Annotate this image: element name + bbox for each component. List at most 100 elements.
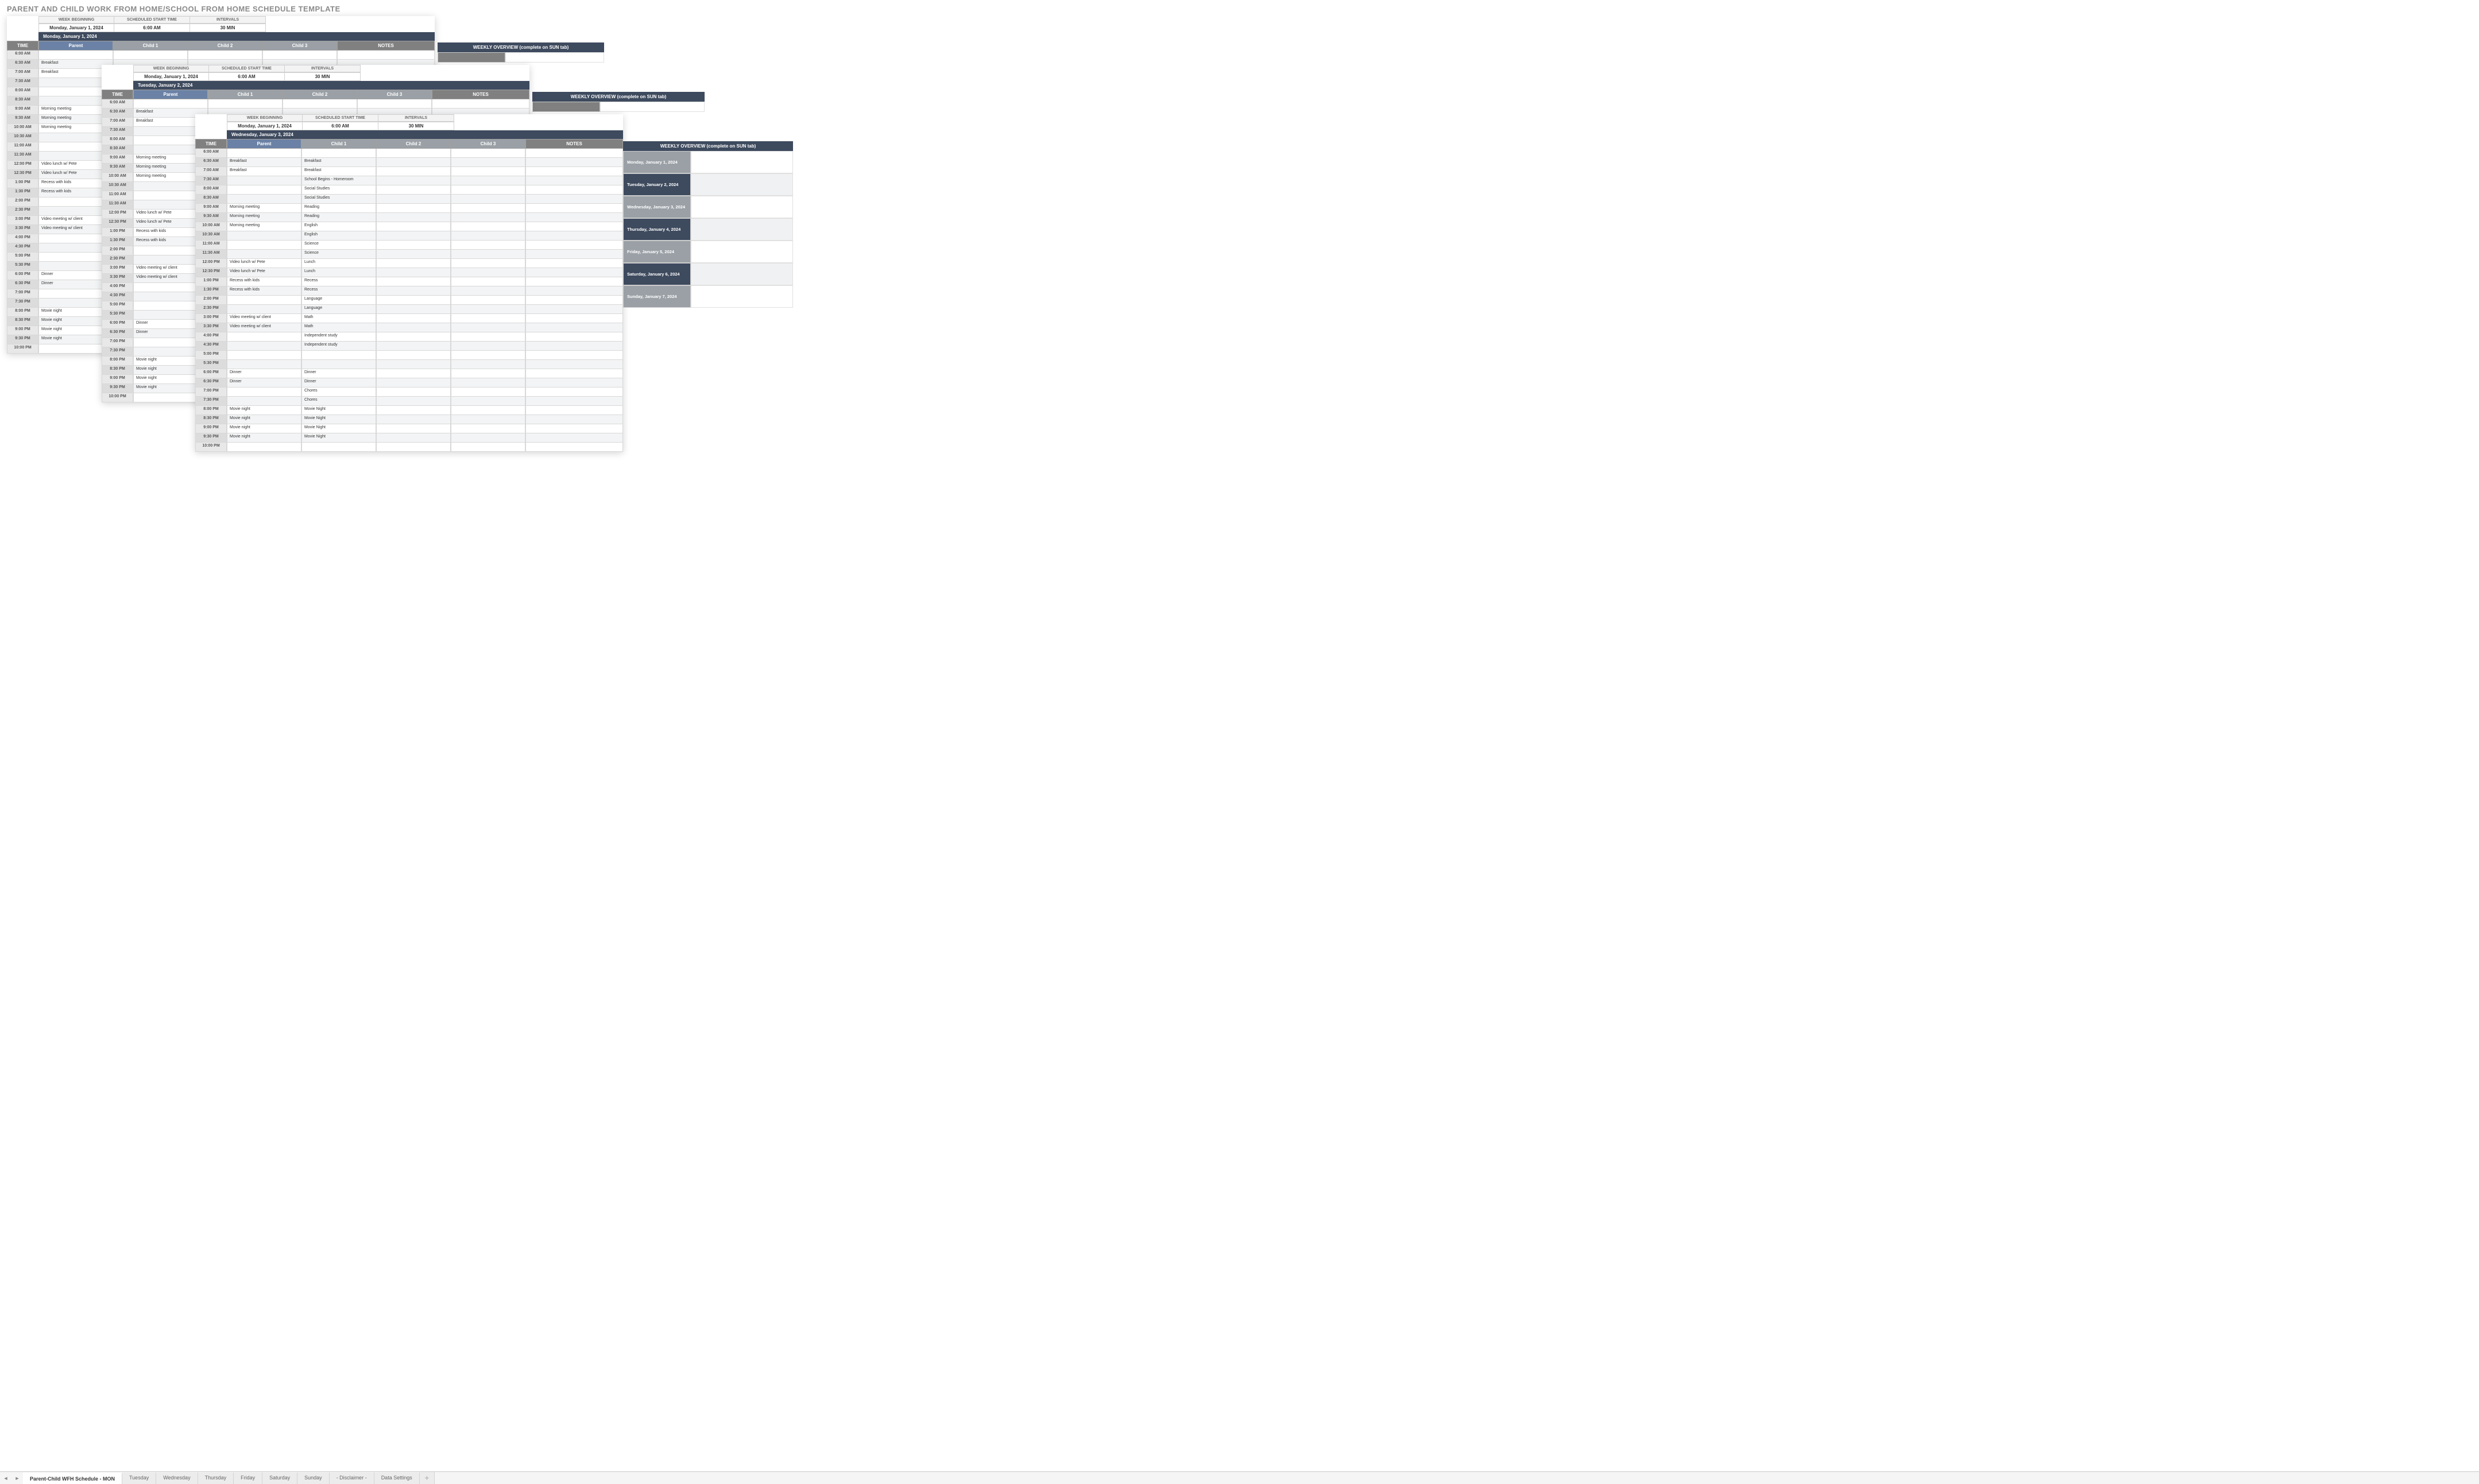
cell-child[interactable]: Movie Night bbox=[301, 406, 376, 415]
cell-child[interactable]: Breakfast bbox=[301, 158, 376, 167]
cell-child[interactable] bbox=[376, 388, 451, 397]
cell-child[interactable] bbox=[451, 443, 525, 452]
cell-notes[interactable] bbox=[525, 296, 623, 305]
cell-child[interactable] bbox=[451, 433, 525, 443]
cell-parent[interactable] bbox=[227, 388, 301, 397]
cell-notes[interactable] bbox=[525, 332, 623, 342]
cell-child[interactable]: Movie Night bbox=[301, 433, 376, 443]
sheet-tab[interactable]: Tuesday bbox=[122, 1473, 156, 1484]
cell-parent[interactable]: Dinner bbox=[227, 378, 301, 388]
cell-child[interactable] bbox=[113, 51, 188, 60]
cell-child[interactable]: Chores bbox=[301, 388, 376, 397]
cell-child[interactable] bbox=[451, 342, 525, 351]
cell-parent[interactable]: Video lunch w/ Pete bbox=[227, 259, 301, 268]
sheet-tab[interactable]: Friday bbox=[234, 1473, 262, 1484]
cell-child[interactable] bbox=[451, 378, 525, 388]
cell-notes[interactable] bbox=[525, 268, 623, 277]
weekly-overview-cell[interactable] bbox=[691, 173, 793, 196]
cell-notes[interactable] bbox=[525, 158, 623, 167]
cell-notes[interactable] bbox=[432, 99, 529, 109]
cell-child[interactable] bbox=[301, 149, 376, 158]
cell-parent[interactable]: Video meeting w/ client bbox=[227, 323, 301, 332]
cell-child[interactable] bbox=[376, 443, 451, 452]
cell-child[interactable] bbox=[451, 369, 525, 378]
cell-child[interactable] bbox=[451, 286, 525, 296]
cell-parent[interactable] bbox=[227, 231, 301, 241]
cell-parent[interactable]: Morning meeting bbox=[227, 204, 301, 213]
cell-child[interactable] bbox=[376, 351, 451, 360]
cell-child[interactable] bbox=[376, 397, 451, 406]
tab-nav-next[interactable]: ► bbox=[11, 1475, 23, 1481]
cell-child[interactable] bbox=[451, 268, 525, 277]
cell-notes[interactable] bbox=[525, 406, 623, 415]
cell-child[interactable]: Breakfast bbox=[301, 167, 376, 176]
cell-parent[interactable]: Breakfast bbox=[227, 167, 301, 176]
cell-notes[interactable] bbox=[525, 213, 623, 222]
cell-child[interactable]: Movie Night bbox=[301, 415, 376, 424]
cell-child[interactable]: Dinner bbox=[301, 369, 376, 378]
cell-notes[interactable] bbox=[525, 204, 623, 213]
cell-child[interactable] bbox=[451, 424, 525, 433]
cell-child[interactable] bbox=[376, 378, 451, 388]
cell-notes[interactable] bbox=[525, 286, 623, 296]
cell-parent[interactable]: Video meeting w/ client bbox=[227, 314, 301, 323]
cell-notes[interactable] bbox=[525, 443, 623, 452]
cell-child[interactable] bbox=[376, 250, 451, 259]
tab-add[interactable]: ＋ bbox=[420, 1472, 435, 1484]
cell-parent[interactable] bbox=[227, 351, 301, 360]
cell-parent[interactable] bbox=[227, 241, 301, 250]
cell-notes[interactable] bbox=[525, 415, 623, 424]
cell-child[interactable]: Movie Night bbox=[301, 424, 376, 433]
cell-child[interactable] bbox=[451, 397, 525, 406]
cell-child[interactable] bbox=[376, 176, 451, 185]
cell-child[interactable] bbox=[262, 51, 337, 60]
cell-parent[interactable]: Movie night bbox=[227, 406, 301, 415]
cell-child[interactable] bbox=[376, 259, 451, 268]
cell-notes[interactable] bbox=[525, 397, 623, 406]
cell-child[interactable] bbox=[451, 231, 525, 241]
cell-notes[interactable] bbox=[525, 323, 623, 332]
cell-child[interactable]: Chores bbox=[301, 397, 376, 406]
cell-notes[interactable] bbox=[525, 378, 623, 388]
sheet-tab[interactable]: Sunday bbox=[297, 1473, 330, 1484]
cell-notes[interactable] bbox=[525, 185, 623, 195]
sheet-tab[interactable]: Saturday bbox=[262, 1473, 297, 1484]
cell-child[interactable]: Language bbox=[301, 305, 376, 314]
cell-child[interactable] bbox=[451, 195, 525, 204]
cell-parent[interactable]: Recess with kids bbox=[227, 277, 301, 286]
cell-child[interactable] bbox=[376, 277, 451, 286]
cell-child[interactable] bbox=[376, 213, 451, 222]
cell-notes[interactable] bbox=[525, 259, 623, 268]
cell-notes[interactable] bbox=[337, 51, 435, 60]
cell-child[interactable] bbox=[451, 167, 525, 176]
cell-child[interactable] bbox=[376, 149, 451, 158]
sheet-tab[interactable]: - Disclaimer - bbox=[330, 1473, 374, 1484]
sheet-tab[interactable]: Data Settings bbox=[374, 1473, 420, 1484]
cell-child[interactable]: Science bbox=[301, 250, 376, 259]
cell-child[interactable] bbox=[451, 176, 525, 185]
cell-child[interactable]: Lunch bbox=[301, 259, 376, 268]
cell-child[interactable] bbox=[357, 99, 432, 109]
cell-child[interactable] bbox=[376, 195, 451, 204]
cell-child[interactable] bbox=[451, 222, 525, 231]
cell-parent[interactable] bbox=[133, 99, 208, 109]
cell-notes[interactable] bbox=[525, 250, 623, 259]
cell-parent[interactable]: Movie night bbox=[227, 433, 301, 443]
cell-parent[interactable] bbox=[227, 195, 301, 204]
cell-child[interactable] bbox=[451, 204, 525, 213]
cell-child[interactable] bbox=[376, 296, 451, 305]
sheet-tab[interactable]: Wednesday bbox=[156, 1473, 198, 1484]
cell-notes[interactable] bbox=[525, 277, 623, 286]
cell-child[interactable] bbox=[301, 443, 376, 452]
cell-child[interactable] bbox=[376, 360, 451, 369]
cell-parent[interactable]: Movie night bbox=[227, 424, 301, 433]
cell-child[interactable] bbox=[451, 388, 525, 397]
cell-child[interactable] bbox=[451, 213, 525, 222]
weekly-overview-cell[interactable] bbox=[691, 151, 793, 173]
cell-parent[interactable]: Morning meeting bbox=[227, 222, 301, 231]
cell-parent[interactable]: Video lunch w/ Pete bbox=[227, 268, 301, 277]
weekly-overview-cell[interactable] bbox=[691, 196, 793, 218]
cell-child[interactable] bbox=[376, 406, 451, 415]
cell-notes[interactable] bbox=[525, 360, 623, 369]
cell-child[interactable] bbox=[451, 250, 525, 259]
